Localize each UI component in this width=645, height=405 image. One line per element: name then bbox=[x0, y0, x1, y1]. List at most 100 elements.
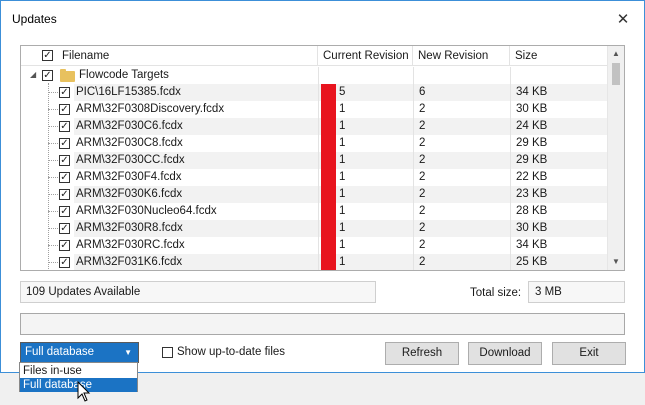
folder-row[interactable]: ◢ ✓ Flowcode Targets bbox=[21, 67, 608, 84]
outdated-flag bbox=[321, 152, 336, 169]
row-filename: ARM\32F030K6.fcdx bbox=[74, 186, 318, 203]
download-progress-bar bbox=[20, 313, 625, 335]
scroll-thumb[interactable] bbox=[612, 63, 620, 85]
row-current-revision-value: 1 bbox=[339, 171, 346, 183]
close-icon[interactable]: ✕ bbox=[608, 7, 638, 31]
row-checkbox[interactable]: ✓ bbox=[59, 172, 70, 183]
tree-branch-line bbox=[48, 126, 58, 127]
row-current-revision-value: 1 bbox=[339, 188, 346, 200]
refresh-button[interactable]: Refresh bbox=[385, 342, 459, 365]
outdated-flag bbox=[321, 169, 336, 186]
window-title: Updates bbox=[12, 12, 57, 26]
column-header-current-revision[interactable]: Current Revision bbox=[318, 46, 413, 66]
row-checkbox[interactable]: ✓ bbox=[59, 223, 70, 234]
row-current-revision: 1 bbox=[318, 101, 413, 118]
row-size: 30 KB bbox=[510, 101, 608, 118]
database-select-value: Full database bbox=[25, 346, 95, 358]
column-header-filename[interactable]: Filename bbox=[57, 46, 318, 66]
row-new-revision: 2 bbox=[413, 135, 510, 152]
column-header-new-revision[interactable]: New Revision bbox=[413, 46, 510, 66]
row-current-revision-value: 1 bbox=[339, 222, 346, 234]
row-filename: ARM\32F030CC.fcdx bbox=[74, 152, 318, 169]
tree-branch-line bbox=[48, 211, 58, 212]
row-checkbox[interactable]: ✓ bbox=[59, 138, 70, 149]
row-size: 25 KB bbox=[510, 254, 608, 270]
row-size: 23 KB bbox=[510, 186, 608, 203]
table-row[interactable]: ✓ ARM\32F0308Discovery.fcdx 1 2 30 KB bbox=[21, 101, 608, 118]
exit-button[interactable]: Exit bbox=[552, 342, 626, 365]
row-checkbox[interactable]: ✓ bbox=[59, 206, 70, 217]
updates-window: Updates ✕ ✓ Filename Current Revision Ne… bbox=[0, 0, 645, 373]
row-current-revision-value: 1 bbox=[339, 137, 346, 149]
row-filename: ARM\32F030RC.fcdx bbox=[76, 239, 185, 251]
download-button[interactable]: Download bbox=[468, 342, 542, 365]
table-row[interactable]: ✓ ARM\32F031K6.fcdx 1 2 25 KB bbox=[21, 254, 608, 270]
table-row[interactable]: ✓ ARM\32F030K6.fcdx 1 2 23 KB bbox=[21, 186, 608, 203]
folder-cell-size bbox=[510, 67, 608, 84]
tree-branch-line bbox=[48, 160, 58, 161]
row-current-revision-value: 1 bbox=[339, 120, 346, 132]
row-checkbox[interactable]: ✓ bbox=[59, 104, 70, 115]
show-uptodate-label[interactable]: Show up-to-date files bbox=[177, 346, 285, 358]
collapse-arrow-icon[interactable]: ◢ bbox=[30, 70, 36, 79]
row-size: 30 KB bbox=[510, 220, 608, 237]
row-current-revision: 1 bbox=[318, 135, 413, 152]
row-checkbox[interactable]: ✓ bbox=[59, 87, 70, 98]
row-filename: PIC\16LF15385.fcdx bbox=[74, 84, 318, 101]
table-row[interactable]: ✓ ARM\32F030R8.fcdx 1 2 30 KB bbox=[21, 220, 608, 237]
row-current-revision: 1 bbox=[318, 118, 413, 135]
row-checkbox[interactable]: ✓ bbox=[59, 155, 70, 166]
column-header-size[interactable]: Size bbox=[510, 46, 608, 66]
dropdown-option-files-in-use[interactable]: Files in-use bbox=[20, 364, 137, 378]
row-size: 24 KB bbox=[510, 118, 608, 135]
row-size: 22 KB bbox=[510, 169, 608, 186]
row-size: 34 KB bbox=[510, 237, 608, 254]
tree-branch-line bbox=[48, 262, 58, 263]
row-current-revision-value: 5 bbox=[339, 86, 346, 98]
row-filename: ARM\32F030C6.fcdx bbox=[74, 118, 318, 135]
updates-available-box: 109 Updates Available bbox=[20, 281, 376, 303]
row-current-revision-value: 1 bbox=[339, 256, 346, 268]
vertical-scrollbar[interactable]: ▲ ▼ bbox=[607, 46, 624, 270]
row-checkbox[interactable]: ✓ bbox=[59, 257, 70, 268]
row-current-revision: 5 bbox=[318, 84, 413, 101]
folder-checkbox[interactable]: ✓ bbox=[42, 70, 53, 81]
folder-icon bbox=[60, 69, 75, 82]
row-checkbox[interactable]: ✓ bbox=[59, 240, 70, 251]
table-row[interactable]: ✓ ARM\32F030Nucleo64.fcdx 1 2 28 KB bbox=[21, 203, 608, 220]
table-row[interactable]: ✓ PIC\16LF15385.fcdx 5 6 34 KB bbox=[21, 84, 608, 101]
row-checkbox[interactable]: ✓ bbox=[59, 121, 70, 132]
table-row[interactable]: ✓ ARM\32F030F4.fcdx 1 2 22 KB bbox=[21, 169, 608, 186]
table-row[interactable]: ✓ ARM\32F030RC.fcdx 1 2 34 KB bbox=[21, 237, 608, 254]
table-row[interactable]: ✓ ARM\32F030C6.fcdx 1 2 24 KB bbox=[21, 118, 608, 135]
outdated-flag bbox=[321, 237, 336, 254]
row-current-revision-value: 1 bbox=[339, 205, 346, 217]
chevron-down-icon: ▼ bbox=[124, 348, 132, 357]
row-current-revision-value: 1 bbox=[339, 103, 346, 115]
row-checkbox[interactable]: ✓ bbox=[59, 189, 70, 200]
scroll-down-icon[interactable]: ▼ bbox=[608, 254, 624, 270]
row-new-revision: 2 bbox=[413, 118, 510, 135]
outdated-flag bbox=[321, 254, 336, 270]
outdated-flag bbox=[321, 135, 336, 152]
row-filename: ARM\32F030C8.fcdx bbox=[76, 137, 183, 149]
row-current-revision: 1 bbox=[318, 186, 413, 203]
updates-grid: ✓ Filename Current Revision New Revision… bbox=[20, 45, 625, 271]
row-size: 34 KB bbox=[510, 84, 608, 101]
table-row[interactable]: ✓ ARM\32F030C8.fcdx 1 2 29 KB bbox=[21, 135, 608, 152]
database-select[interactable]: Full database ▼ bbox=[20, 342, 139, 363]
row-current-revision: 1 bbox=[318, 169, 413, 186]
row-current-revision: 1 bbox=[318, 220, 413, 237]
tree-branch-line bbox=[48, 194, 58, 195]
table-row[interactable]: ✓ ARM\32F030CC.fcdx 1 2 29 KB bbox=[21, 152, 608, 169]
tree-branch-line bbox=[48, 177, 58, 178]
tree-branch-line bbox=[48, 109, 58, 110]
grid-header: ✓ Filename Current Revision New Revision… bbox=[21, 46, 608, 66]
row-filename: ARM\32F030F4.fcdx bbox=[76, 171, 182, 183]
row-current-revision: 1 bbox=[318, 254, 413, 270]
scroll-up-icon[interactable]: ▲ bbox=[608, 46, 624, 62]
total-size-value: 3 MB bbox=[528, 281, 625, 303]
select-all-checkbox[interactable]: ✓ bbox=[42, 50, 53, 61]
row-filename: ARM\32F031K6.fcdx bbox=[74, 254, 318, 270]
show-uptodate-checkbox[interactable] bbox=[162, 347, 173, 358]
